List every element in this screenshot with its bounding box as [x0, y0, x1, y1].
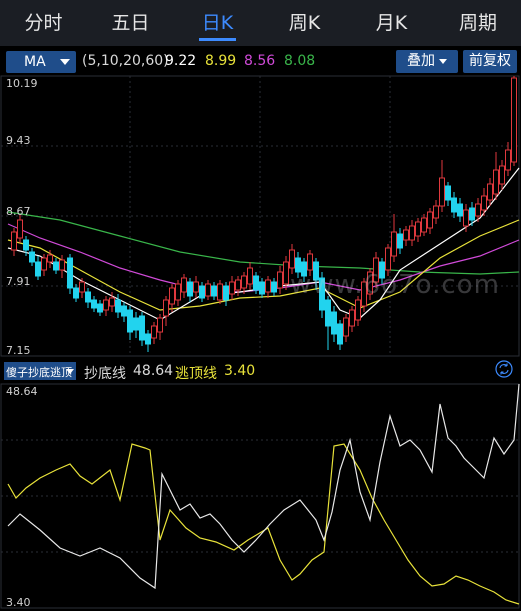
candle-body	[337, 323, 343, 345]
candle-body	[487, 183, 493, 201]
top-escape-line	[7, 443, 520, 605]
price-axis-label: 7.15	[6, 344, 31, 357]
candle-body	[325, 299, 331, 327]
candle-body	[415, 221, 421, 237]
candle-body	[23, 239, 29, 251]
candle-body	[175, 283, 181, 301]
candle-body	[169, 287, 175, 305]
candle-body	[481, 195, 487, 211]
price-axis-label: 9.43	[6, 134, 31, 147]
candle-body	[259, 281, 265, 295]
candle-body	[457, 203, 463, 217]
price-axis-label: 8.67	[6, 205, 31, 218]
candle-body	[469, 207, 475, 221]
candle-body	[235, 279, 241, 291]
candle-body	[41, 257, 47, 271]
candle-body	[85, 291, 91, 303]
candle-body	[421, 217, 427, 233]
candle-body	[307, 253, 313, 271]
indicator-lines	[7, 383, 520, 605]
candle-body	[289, 249, 295, 269]
candle-body	[103, 299, 109, 311]
candle-body	[17, 219, 23, 239]
candle-body	[475, 203, 481, 217]
candle-body	[451, 197, 457, 213]
candle-body	[53, 261, 59, 271]
candle-body	[91, 299, 97, 309]
chevron-down-icon	[66, 369, 74, 374]
candle-body	[265, 279, 271, 293]
candle-body	[355, 299, 361, 321]
candle-body	[385, 247, 391, 271]
candle-body	[193, 281, 199, 293]
candle-body	[115, 299, 121, 313]
candle-body	[253, 275, 259, 291]
candle-body	[463, 209, 469, 227]
indicator-selector-label: 傻子抄底逃顶	[6, 366, 72, 379]
bottom-line-label: 抄底线	[84, 366, 126, 382]
candle-body	[427, 211, 433, 229]
candle-body	[409, 225, 415, 241]
candle-body	[187, 281, 193, 297]
candle-body	[133, 317, 139, 331]
bottom-line	[7, 383, 520, 590]
chart-grid	[0, 75, 520, 609]
candle-body	[29, 251, 35, 263]
candle-body	[67, 257, 73, 289]
refresh-icon[interactable]	[494, 359, 514, 379]
candle-body	[35, 261, 41, 277]
candle-body	[127, 309, 133, 333]
candle-body	[59, 259, 65, 271]
candle-body	[343, 317, 349, 337]
candle-body	[157, 317, 163, 333]
price-axis-label: 10.19	[6, 77, 38, 90]
candle-body	[349, 309, 355, 327]
candle-body	[151, 325, 157, 339]
indicator-axis-top: 48.64	[6, 385, 38, 398]
candles	[11, 76, 517, 352]
candle-body	[331, 311, 337, 335]
watermark: www.6o7o.com	[290, 270, 500, 300]
top-escape-line-value: 3.40	[224, 363, 256, 379]
candle-body	[139, 315, 145, 341]
candle-body	[145, 333, 151, 345]
candle-body	[271, 281, 277, 293]
bottom-line-value: 48.64	[133, 363, 174, 379]
indicator-bar: 傻子抄底逃顶 抄底线 48.64 逃顶线 3.40	[0, 358, 521, 384]
candle-body	[97, 303, 103, 313]
candle-body	[403, 229, 409, 241]
candle-body	[47, 254, 53, 263]
candle-body	[73, 287, 79, 299]
candle-body	[199, 285, 205, 299]
candle-body	[163, 299, 169, 317]
candle-body	[11, 231, 17, 251]
candle-body	[211, 285, 217, 297]
candle-body	[241, 275, 247, 289]
candle-body	[247, 267, 253, 285]
candle-body	[109, 297, 115, 307]
candle-body	[277, 271, 283, 289]
price-axis-label: 7.91	[6, 275, 31, 288]
candle-body	[79, 281, 85, 293]
candle-body	[205, 283, 211, 297]
candle-body	[499, 165, 505, 185]
indicator-selector[interactable]: 傻子抄底逃顶	[4, 362, 76, 380]
candle-body	[433, 205, 439, 219]
kline-chart[interactable]	[0, 0, 521, 611]
candle-body	[121, 305, 127, 317]
candle-body	[391, 231, 397, 257]
candle-body	[217, 283, 223, 301]
candle-body	[283, 261, 289, 285]
candle-body	[223, 285, 229, 301]
candle-body	[181, 277, 187, 293]
candle-body	[505, 149, 511, 171]
candle-body	[439, 177, 445, 207]
candle-body	[229, 281, 235, 295]
candle-body	[493, 169, 499, 195]
top-escape-line-label: 逃顶线	[175, 366, 217, 382]
candle-body	[397, 233, 403, 249]
candle-body	[445, 185, 451, 201]
indicator-axis-bottom: 3.40	[6, 596, 31, 609]
candle-body	[511, 77, 517, 163]
